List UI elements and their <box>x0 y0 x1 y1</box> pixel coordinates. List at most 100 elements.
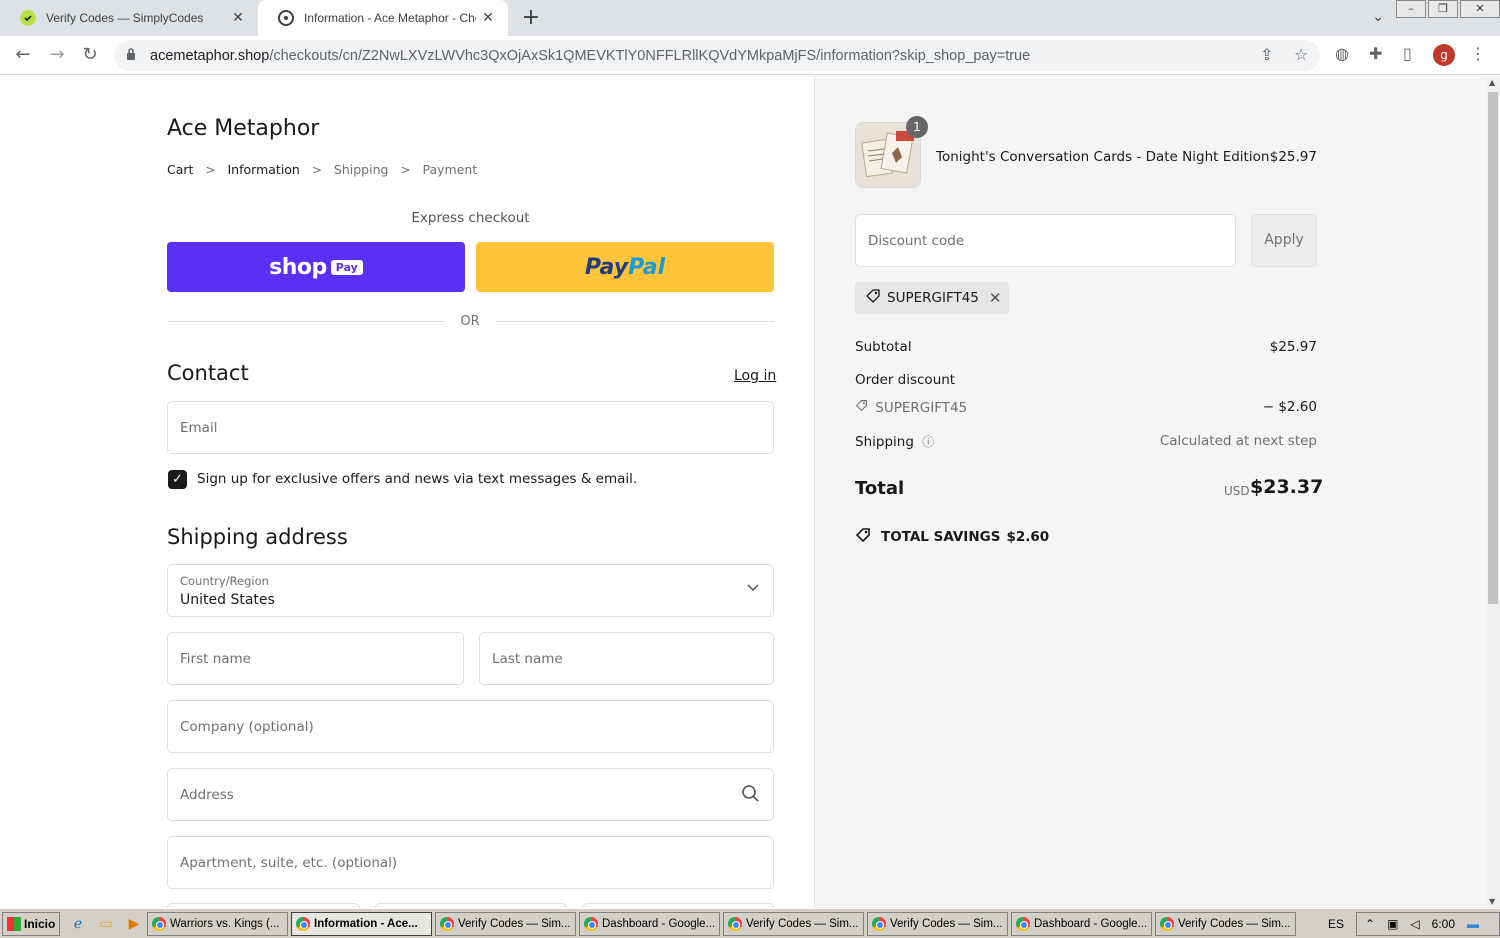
order-discount-label: Order discount <box>855 372 956 388</box>
taskbar-item-title: Verify Codes — Sim... <box>1178 917 1291 930</box>
taskbar-item[interactable]: Dashboard - Google... <box>1011 911 1152 936</box>
first-name-field[interactable]: First name <box>167 632 464 685</box>
taskbar-item[interactable]: Verify Codes — Sim... <box>867 911 1008 936</box>
divider-line <box>167 321 445 322</box>
internet-explorer-icon[interactable]: ℯ <box>68 914 88 934</box>
discount-code-row: SUPERGIFT45 − $2.60 <box>855 399 1317 416</box>
translate-icon[interactable]: ◍ <box>1335 44 1349 63</box>
folder-icon[interactable]: ▭ <box>96 914 116 934</box>
shop-pay-button[interactable]: shop Pay <box>167 242 465 292</box>
divider-line <box>495 321 774 322</box>
scroll-up-icon[interactable]: ▲ <box>1489 78 1495 87</box>
last-name-placeholder: Last name <box>492 651 563 667</box>
taskbar-item[interactable]: Information - Ace... <box>291 911 432 936</box>
savings-tag-icon <box>855 527 873 547</box>
marketing-checkbox-label[interactable]: Sign up for exclusive offers and news vi… <box>197 471 637 487</box>
country-value: United States <box>180 592 275 608</box>
reload-icon[interactable]: ↻ <box>77 42 103 68</box>
tray-expand-icon[interactable]: ⌃ <box>1365 917 1375 931</box>
breadcrumb-shipping: Shipping <box>333 162 389 177</box>
breadcrumb-information: Information <box>227 162 300 177</box>
clock[interactable]: 6:00 <box>1432 917 1455 931</box>
address-bar[interactable]: acemetaphor.shop/checkouts/cn/Z2NwLXVzLW… <box>114 40 1320 71</box>
discount-value: − $2.60 <box>1262 399 1317 415</box>
restore-button[interactable]: ❐ <box>1428 0 1458 18</box>
close-tab-icon[interactable]: ✕ <box>476 10 500 26</box>
taskbar-item[interactable]: Dashboard - Google... <box>579 911 720 936</box>
remove-discount-icon[interactable]: ✕ <box>989 289 1002 307</box>
taskbar-item[interactable]: Verify Codes — Sim... <box>435 911 576 936</box>
subtotal-value: $25.97 <box>1269 339 1317 355</box>
country-select[interactable]: Country/Region United States <box>167 564 774 617</box>
taskbar-item[interactable]: Warriors vs. Kings (... <box>147 911 288 936</box>
last-name-field[interactable]: Last name <box>479 632 774 685</box>
globe-icon <box>278 10 294 26</box>
breadcrumb-cart[interactable]: Cart <box>167 162 193 177</box>
media-player-icon[interactable]: ▶ <box>124 914 144 934</box>
taskbar-item[interactable]: Verify Codes — Sim... <box>723 911 864 936</box>
apartment-field[interactable]: Apartment, suite, etc. (optional) <box>167 836 774 889</box>
new-tab-button[interactable]: + <box>518 6 544 32</box>
email-field[interactable]: Email <box>167 401 774 454</box>
shop-name[interactable]: Ace Metaphor <box>167 116 319 141</box>
tab-strip: Verify Codes — SimplyCodes ✕ Information… <box>0 0 1500 36</box>
login-link[interactable]: Log in <box>734 368 776 384</box>
search-icon <box>741 784 761 804</box>
express-checkout-label: Express checkout <box>411 210 530 226</box>
volume-icon[interactable]: ◁ <box>1410 917 1419 931</box>
paypal-logo-part1: Pay <box>584 254 629 280</box>
scroll-down-icon[interactable]: ▼ <box>1489 897 1495 906</box>
order-discount-row: Order discount <box>855 372 1317 388</box>
start-label: Inicio <box>24 916 56 931</box>
discount-placeholder: Discount code <box>868 233 965 249</box>
breadcrumb: Cart > Information > Shipping > Payment <box>167 162 489 177</box>
windows-logo-icon <box>7 916 21 931</box>
scrollbar-thumb[interactable] <box>1488 92 1498 604</box>
language-indicator[interactable]: ES <box>1328 917 1344 931</box>
email-placeholder: Email <box>180 420 218 436</box>
marketing-checkbox[interactable]: ✓ <box>168 470 187 489</box>
tab-information[interactable]: Information - Ace Metaphor - Checkout ✕ <box>258 0 508 36</box>
chrome-icon <box>872 916 886 931</box>
apartment-placeholder: Apartment, suite, etc. (optional) <box>180 855 398 871</box>
menu-icon[interactable]: ⋮ <box>1470 44 1486 63</box>
order-summary-panel <box>814 76 1486 908</box>
side-panel-icon[interactable]: ▯ <box>1403 44 1412 63</box>
subtotal-row: Subtotal $25.97 <box>855 339 1317 355</box>
start-button[interactable]: Inicio <box>2 911 60 936</box>
back-icon[interactable]: ← <box>10 42 36 68</box>
close-tab-icon[interactable]: ✕ <box>226 10 250 26</box>
bookmark-star-icon[interactable]: ☆ <box>1294 45 1308 64</box>
product-price: $25.97 <box>1269 149 1317 165</box>
company-field[interactable]: Company (optional) <box>167 700 774 753</box>
show-desktop-icon[interactable]: ▬ <box>1467 917 1479 931</box>
chrome-icon <box>1016 916 1030 931</box>
help-circle-icon[interactable]: ⓘ <box>922 435 934 449</box>
apply-button[interactable]: Apply <box>1251 214 1317 267</box>
taskbar-item-title: Warriors vs. Kings (... <box>170 917 280 930</box>
taskbar-item[interactable]: Verify Codes — Sim... <box>1155 911 1296 936</box>
tab-search-icon[interactable]: ⌄ <box>1372 9 1384 25</box>
breadcrumb-payment: Payment <box>422 162 478 177</box>
chevron-right-icon: > <box>311 162 322 177</box>
close-window-button[interactable]: ✕ <box>1460 0 1500 18</box>
minimize-button[interactable]: – <box>1396 0 1426 18</box>
forward-icon[interactable]: → <box>44 42 70 68</box>
discount-code-input[interactable]: Discount code <box>855 214 1236 267</box>
browser-toolbar: ← → ↻ acemetaphor.shop/checkouts/cn/Z2Nw… <box>0 36 1500 75</box>
lock-icon[interactable] <box>126 48 140 63</box>
network-icon[interactable]: ▣ <box>1387 917 1398 931</box>
share-icon[interactable]: ⇪ <box>1260 45 1273 64</box>
chrome-icon <box>440 916 454 931</box>
tab-verify-codes[interactable]: Verify Codes — SimplyCodes ✕ <box>0 0 258 36</box>
extensions-icon[interactable]: ✚ <box>1369 44 1382 63</box>
total-currency: USD <box>1224 484 1250 498</box>
page-scrollbar[interactable]: ▲ ▼ <box>1486 76 1500 908</box>
or-divider: OR <box>167 312 774 332</box>
address-field[interactable]: Address <box>167 768 774 821</box>
shipping-row: Shipping ⓘ Calculated at next step <box>855 433 1317 450</box>
applied-code-text: SUPERGIFT45 <box>887 290 979 306</box>
paypal-button[interactable]: Pay Pal <box>476 242 774 292</box>
shop-pay-logo: shop <box>269 254 327 280</box>
profile-avatar[interactable]: g <box>1433 44 1455 66</box>
